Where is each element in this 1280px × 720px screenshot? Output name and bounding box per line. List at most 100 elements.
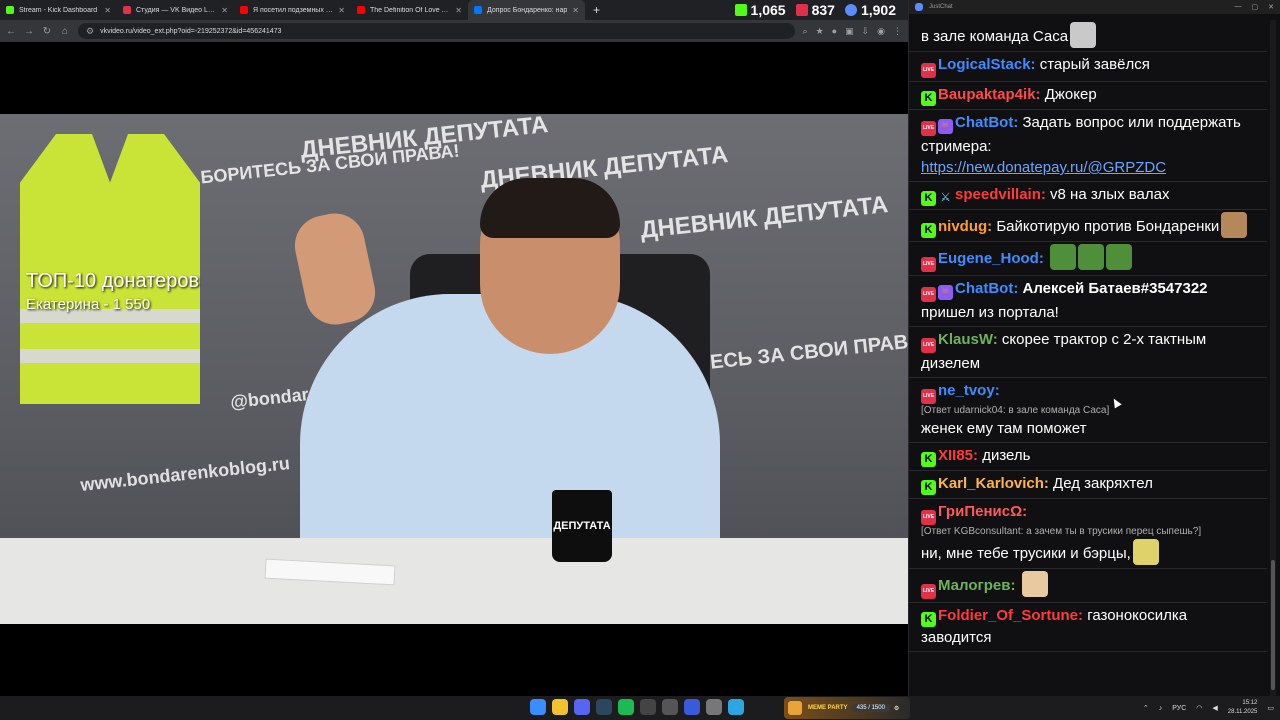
tab-close-icon[interactable]: ✕ <box>338 6 345 15</box>
minimize-icon[interactable]: — <box>1235 3 1242 11</box>
app-icon[interactable] <box>662 699 678 715</box>
download-icon[interactable]: ⇩ <box>862 26 870 37</box>
site-info-icon[interactable]: ⚙ <box>86 26 94 37</box>
vk-viewers: 837 <box>795 2 835 18</box>
home-icon[interactable]: ⌂ <box>60 26 70 37</box>
chat-message: LIVE KlausW: скорее трактор с 2-х тактным… <box>909 327 1267 378</box>
settings-icon[interactable]: ⚙ <box>894 705 899 712</box>
browser-tab[interactable]: Stream - Kick Dashboard ✕ <box>0 0 117 20</box>
zoom-icon[interactable]: ⌕ <box>803 26 808 37</box>
clock[interactable]: 15:12 28.11.2025 <box>1228 699 1258 717</box>
obs-icon[interactable] <box>640 699 656 715</box>
bot-badge-icon: 👾 <box>938 119 953 134</box>
puzzle-icon[interactable]: ▣ <box>845 26 854 37</box>
chat-username[interactable]: KlausW: <box>938 331 998 348</box>
reload-icon[interactable]: ↻ <box>42 26 52 37</box>
chat-username[interactable]: LogicalStack: <box>938 56 1036 73</box>
new-tab-button[interactable]: + <box>585 3 608 17</box>
chrome-icon[interactable] <box>552 699 568 715</box>
kick-badge-icon: K <box>921 612 936 627</box>
tab-favicon-icon <box>123 6 131 14</box>
meme-party-widget[interactable]: MEME PARTY 435 / 1500 ⚙ <box>784 697 910 719</box>
mic-icon[interactable]: ♪ <box>1159 705 1163 712</box>
chat-message-list[interactable]: в зале команда Саса LIVE LogicalStack: ста… <box>909 20 1267 696</box>
tab-close-icon[interactable]: ✕ <box>104 6 111 15</box>
back-icon[interactable]: ← <box>6 26 16 37</box>
vk-viewer-count: 837 <box>811 2 835 18</box>
chat-username[interactable]: ne_tvoy: <box>938 382 1000 399</box>
discord-icon[interactable] <box>574 699 590 715</box>
notification-icon[interactable]: ▭ <box>1267 704 1274 712</box>
url-text: vkvideo.ru/video_ext.php?oid=-219252372&… <box>100 27 282 35</box>
address-bar: ← → ↻ ⌂ ⚙ vkvideo.ru/video_ext.php?oid=-… <box>0 20 908 42</box>
kick-viewer-count: 1,065 <box>750 2 786 18</box>
maximize-icon[interactable]: ▢ <box>1252 3 1259 11</box>
profile-icon[interactable]: ◉ <box>877 26 885 37</box>
emote-image <box>1221 212 1248 238</box>
telegram-icon[interactable] <box>728 699 744 715</box>
browser-tab[interactable]: Студия — VK Видео Live ✕ <box>117 0 234 20</box>
chat-username[interactable]: Eugene_Hood: <box>938 250 1044 267</box>
app-icon[interactable] <box>706 699 722 715</box>
tab-label: Допрос Бондаренко: нар <box>487 6 568 14</box>
bookmark-star-icon[interactable]: ★ <box>816 26 824 37</box>
chat-text: Байкотирую против Бондаренки <box>996 218 1220 235</box>
clock-time: 15:12 <box>1242 700 1258 706</box>
chat-text: в зале команда Саса <box>921 28 1069 45</box>
taskbar-apps <box>530 699 744 715</box>
chat-scrollbar-thumb[interactable] <box>1271 560 1275 690</box>
steam-icon[interactable] <box>596 699 612 715</box>
kick-badge-icon: K <box>921 452 936 467</box>
tab-close-icon[interactable]: ✕ <box>572 6 579 15</box>
extension-icon[interactable]: ● <box>832 26 837 36</box>
volume-icon[interactable]: ◀ <box>1212 704 1217 712</box>
tab-favicon-icon <box>474 6 482 14</box>
start-icon[interactable] <box>530 699 546 715</box>
chat-username[interactable]: ChatBot: <box>955 280 1018 297</box>
chevron-up-icon[interactable]: ⌃ <box>1143 704 1149 712</box>
chat-username[interactable]: nivdug: <box>938 218 992 235</box>
browser-tab[interactable]: The Definition Of Love At First ✕ <box>351 0 468 20</box>
forward-icon[interactable]: → <box>24 26 34 37</box>
chat-username[interactable]: Karl_Karlovich: <box>938 475 1049 492</box>
media-icon[interactable] <box>684 699 700 715</box>
viewer-stats: 1,065 837 1,902 <box>734 0 908 20</box>
wifi-icon[interactable]: ◠ <box>1196 704 1202 712</box>
chat-message: LIVE LogicalStack: старый завёлся <box>909 52 1267 82</box>
window-controls: — ▢ ✕ <box>1235 3 1275 11</box>
chat-username[interactable]: Baupaktap4ik: <box>938 86 1041 103</box>
speaker-hair <box>480 178 620 238</box>
browser-tab[interactable]: Я посетил подземных кротов ✕ <box>234 0 351 20</box>
donate-link[interactable]: https://new.donatepay.ru/@GRPZDC <box>921 159 1166 176</box>
bot-badge-icon: 👾 <box>938 285 953 300</box>
chat-username[interactable]: ГриПенисΩ: <box>938 503 1027 520</box>
video-player[interactable]: ДНЕВНИК ДЕПУТАТА ДНЕВНИК ДЕПУТАТА ДНЕВНИ… <box>0 114 908 624</box>
tab-close-icon[interactable]: ✕ <box>455 6 462 15</box>
close-icon[interactable]: ✕ <box>1268 3 1274 11</box>
chat-username[interactable]: speedvillain: <box>955 186 1046 203</box>
chat-message: K Foldier_Of_Sortune: газонокосилка завод… <box>909 603 1267 652</box>
chat-username[interactable]: ChatBot: <box>955 114 1018 131</box>
kick-badge-icon: K <box>921 223 936 238</box>
menu-icon[interactable]: ⋮ <box>893 26 902 37</box>
chat-username[interactable]: XII85: <box>938 447 978 464</box>
meme-party-title: MEME PARTY <box>808 705 848 711</box>
browser-tab[interactable]: Допрос Бондаренко: нар ✕ <box>468 0 585 20</box>
url-field[interactable]: ⚙ vkvideo.ru/video_ext.php?oid=-21925237… <box>78 23 795 39</box>
chat-window: JustChat — ▢ ✕ в зале команда Саса LIVE Lo… <box>908 0 1280 696</box>
kick-icon <box>734 4 747 16</box>
chat-text: женек ему там поможет <box>921 420 1087 437</box>
language-indicator[interactable]: РУС <box>1172 705 1186 712</box>
donors-overlay-entry: Екатерина - 1 550 <box>26 296 151 313</box>
emote-image <box>1078 244 1105 270</box>
live-badge-icon: LIVE <box>921 338 936 353</box>
meme-dog-icon <box>788 701 802 715</box>
chat-window-title: JustChat <box>929 4 953 10</box>
chat-username[interactable]: Foldier_Of_Sortune: <box>938 607 1083 624</box>
chat-username[interactable]: Малогрев: <box>938 577 1015 594</box>
live-badge-icon: LIVE <box>921 257 936 272</box>
chat-message: K Karl_Karlovich: Дед закряхтел <box>909 471 1267 499</box>
tab-close-icon[interactable]: ✕ <box>221 6 228 15</box>
kick-badge-icon: K <box>921 480 936 495</box>
spotify-icon[interactable] <box>618 699 634 715</box>
